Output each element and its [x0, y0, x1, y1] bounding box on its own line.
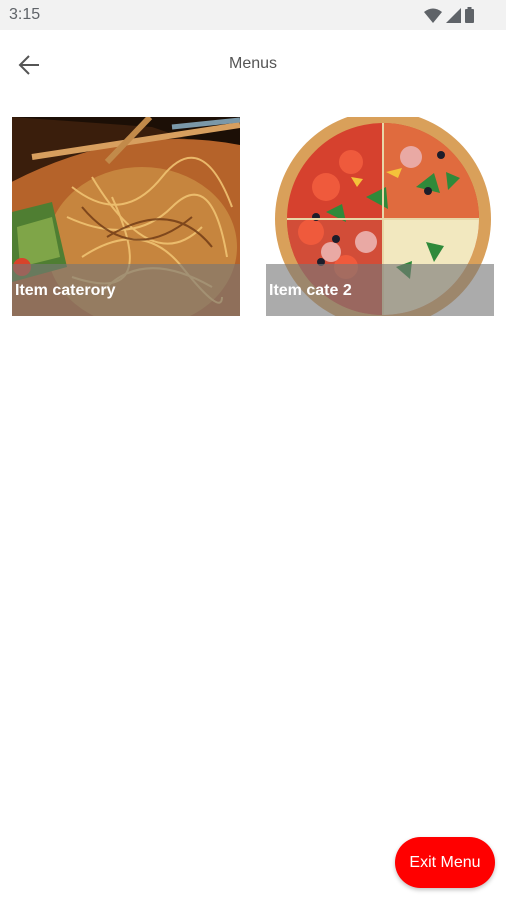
app-bar: Menus [0, 30, 506, 98]
wifi-icon [424, 8, 442, 23]
status-icons [424, 7, 474, 23]
battery-icon [465, 7, 474, 23]
status-time: 3:15 [9, 6, 41, 23]
signal-icon [446, 7, 461, 23]
category-card-2[interactable]: Item cate 2 [266, 117, 494, 316]
exit-menu-button[interactable]: Exit Menu [395, 837, 495, 888]
category-card-1[interactable]: Item caterory [12, 117, 240, 316]
status-bar: 3:15 [0, 0, 506, 30]
category-label-1: Item caterory [12, 264, 240, 316]
page-title: Menus [228, 55, 278, 72]
category-label-2: Item cate 2 [266, 264, 494, 316]
